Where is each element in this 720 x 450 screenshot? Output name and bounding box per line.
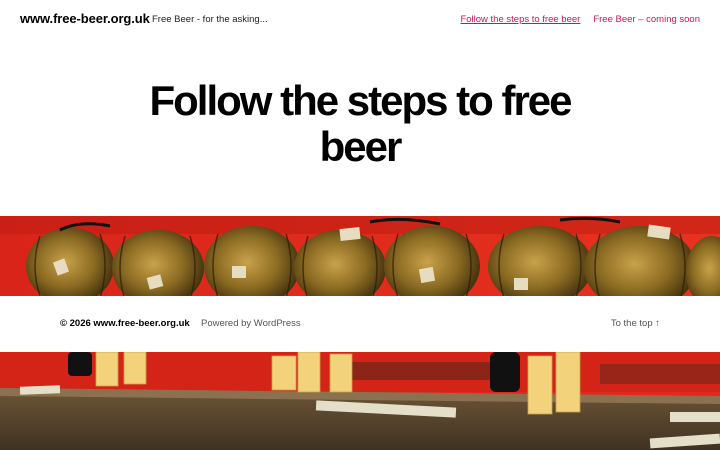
site-footer: © 2026 www.free-beer.org.uk Powered by W…	[0, 296, 720, 352]
powered-by-link[interactable]: Powered by WordPress	[201, 318, 301, 329]
primary-nav: Follow the steps to free beer Free Beer …	[460, 14, 700, 25]
bar-counter-image	[0, 352, 720, 450]
site-description: Free Beer - for the asking...	[152, 14, 268, 25]
to-the-top-link[interactable]: To the top ↑	[611, 318, 660, 329]
barrels-image	[0, 216, 720, 296]
footer-copyright: © 2026 www.free-beer.org.uk	[60, 318, 190, 329]
page-title-line1: Follow the steps to free	[149, 77, 572, 124]
page-heading-wrap: Follow the steps to free beer	[0, 78, 720, 170]
nav-item-coming-soon[interactable]: Free Beer – coming soon	[593, 14, 700, 25]
page-title-line2: beer	[319, 123, 403, 170]
site-title-link[interactable]: www.free-beer.org.uk	[20, 11, 150, 26]
site-header: www.free-beer.org.uk Free Beer - for the…	[0, 0, 720, 40]
page-title: Follow the steps to free beer	[0, 78, 720, 170]
nav-item-follow-steps[interactable]: Follow the steps to free beer	[460, 14, 580, 25]
